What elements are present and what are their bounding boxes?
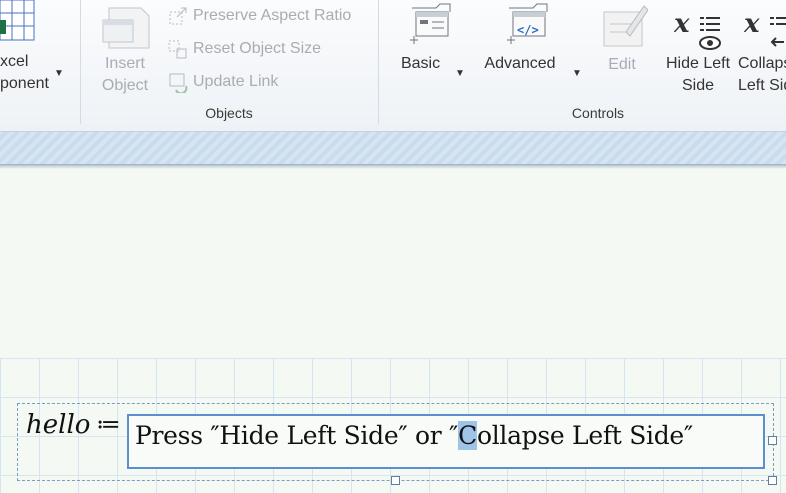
excel-dropdown-icon[interactable]: ▼	[54, 68, 64, 79]
excel-grid-icon	[0, 0, 35, 41]
collapse-left-side-label-1: Collaps	[738, 55, 786, 72]
reset-object-size-button[interactable]: Reset Object Size	[167, 38, 321, 60]
collapse-left-side-button[interactable]: x Collaps Left Sid	[738, 2, 786, 98]
hide-left-side-icon: x	[674, 9, 721, 50]
basic-dropdown-icon[interactable]: ▼	[455, 68, 465, 79]
collapse-left-side-icon: x	[744, 9, 786, 47]
edit-icon	[603, 5, 648, 47]
insert-object-label-1: Insert	[104, 55, 145, 72]
excel-label-2: ponent	[0, 75, 49, 92]
resize-handle-corner[interactable]	[768, 476, 777, 485]
basic-label: Basic	[400, 55, 441, 72]
basic-controls-button[interactable]: Basic	[398, 2, 458, 98]
variable-name[interactable]: hello	[26, 410, 90, 440]
preserve-aspect-ratio-label: Preserve Aspect Ratio	[193, 7, 352, 24]
update-link-label: Update Link	[193, 73, 279, 90]
basic-control-icon	[410, 3, 451, 44]
svg-text:</>: </>	[517, 23, 539, 37]
reset-size-icon	[168, 40, 187, 59]
advanced-label: Advanced	[484, 55, 556, 72]
page-edge-shadow	[0, 165, 786, 169]
resize-handle-right[interactable]	[768, 436, 777, 445]
hide-left-side-label-2: Side	[681, 77, 715, 94]
edit-label: Edit	[608, 56, 636, 73]
group-separator	[378, 0, 379, 124]
aspect-ratio-icon	[169, 7, 187, 25]
update-link-button[interactable]: Update Link	[167, 71, 278, 93]
text-selection: C	[458, 421, 477, 450]
excel-label-1: xcel	[0, 53, 29, 70]
resize-handle-bottom[interactable]	[391, 476, 400, 485]
advanced-dropdown-icon[interactable]: ▼	[572, 68, 582, 79]
string-value[interactable]: Press ″Hide Left Side″ or ″Collapse Left…	[135, 421, 693, 450]
controls-group-label: Controls	[571, 105, 625, 121]
svg-text:x: x	[744, 9, 760, 39]
insert-object-icon	[102, 7, 150, 49]
insert-object-label-2: Object	[101, 77, 149, 94]
reset-object-size-label: Reset Object Size	[193, 40, 322, 57]
collapse-left-side-label-2: Left Sid	[738, 77, 786, 94]
preserve-aspect-ratio-button[interactable]: Preserve Aspect Ratio	[167, 5, 351, 27]
page-header-strip	[0, 132, 786, 165]
objects-group-label: Objects	[205, 105, 253, 121]
string-text-after: ollapse Left Side″	[476, 421, 693, 450]
advanced-controls-button[interactable]: </> Advanced	[481, 2, 561, 98]
ribbon: xcel ponent ▼ Insert Object Preserve Asp…	[0, 0, 786, 132]
svg-text:x: x	[674, 9, 690, 39]
string-text-before: Press ″Hide Left Side″ or ″	[135, 421, 459, 450]
string-value-box[interactable]: Press ″Hide Left Side″ or ″Collapse Left…	[127, 414, 765, 469]
excel-component-button[interactable]: xcel ponent	[0, 0, 72, 100]
edit-button[interactable]: Edit	[598, 2, 648, 98]
hide-left-side-button[interactable]: x Hide Left Side	[662, 2, 734, 98]
advanced-control-icon: </>	[507, 3, 548, 44]
hide-left-side-label-1: Hide Left	[665, 55, 731, 72]
insert-object-button[interactable]: Insert Object	[96, 4, 154, 98]
definition-operator: ≔	[96, 410, 121, 438]
update-link-icon	[169, 73, 188, 93]
